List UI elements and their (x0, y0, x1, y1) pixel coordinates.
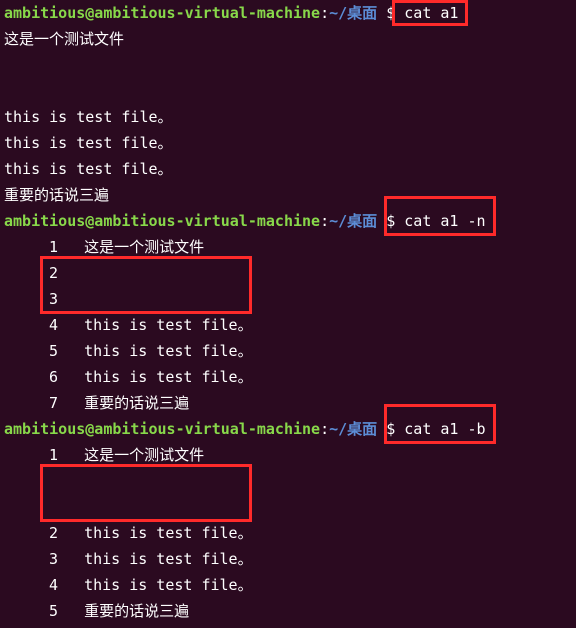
numbered-line (4, 468, 572, 494)
numbered-line: 3 this is test file。 (4, 546, 572, 572)
prompt-path: ~/桌面 (329, 4, 377, 22)
numbered-line: 4 this is test file。 (4, 572, 572, 598)
prompt-line-2: ambitious@ambitious-virtual-machine:~/桌面… (4, 208, 572, 234)
numbered-line: 5 重要的话说三遍 (4, 598, 572, 624)
line-number: 6 (4, 364, 66, 390)
line-number: 3 (4, 546, 66, 572)
numbered-line: 6 this is test file。 (4, 364, 572, 390)
line-text: this is test file。 (84, 342, 253, 360)
prompt-user: ambitious@ambitious-virtual-machine (4, 212, 320, 230)
terminal[interactable]: ambitious@ambitious-virtual-machine:~/桌面… (0, 0, 576, 628)
line-number: 4 (4, 572, 66, 598)
line-text: 重要的话说三遍 (84, 602, 189, 620)
prompt-path: ~/桌面 (329, 212, 377, 230)
prompt-symbol: $ (386, 212, 395, 230)
numbered-line: 3 (4, 286, 572, 312)
numbered-line: 1 这是一个测试文件 (4, 442, 572, 468)
line-number: 5 (4, 338, 66, 364)
output-line (4, 78, 572, 104)
numbered-line (4, 494, 572, 520)
prompt-symbol: $ (386, 4, 395, 22)
numbered-line: 2 this is test file。 (4, 520, 572, 546)
output-line: this is test file。 (4, 130, 572, 156)
line-text: this is test file。 (84, 524, 253, 542)
line-number: 3 (4, 286, 66, 312)
line-number: 1 (4, 442, 66, 468)
command-2: cat a1 -n (404, 212, 485, 230)
line-text: this is test file。 (84, 316, 253, 334)
line-text: this is test file。 (84, 576, 253, 594)
numbered-line: 1 这是一个测试文件 (4, 234, 572, 260)
line-text: 这是一个测试文件 (84, 446, 204, 464)
numbered-line: 5 this is test file。 (4, 338, 572, 364)
line-number: 4 (4, 312, 66, 338)
prompt-symbol: $ (386, 420, 395, 438)
numbered-line: 7 重要的话说三遍 (4, 390, 572, 416)
prompt-line-3: ambitious@ambitious-virtual-machine:~/桌面… (4, 416, 572, 442)
line-number: 2 (4, 520, 66, 546)
output-line: 重要的话说三遍 (4, 182, 572, 208)
line-text: 重要的话说三遍 (84, 394, 189, 412)
prompt-sep: : (320, 212, 329, 230)
line-number: 5 (4, 598, 66, 624)
output-line (4, 52, 572, 78)
line-text: this is test file。 (84, 368, 253, 386)
line-number: 2 (4, 260, 66, 286)
line-number: 1 (4, 234, 66, 260)
output-line: this is test file。 (4, 156, 572, 182)
line-text: 这是一个测试文件 (84, 238, 204, 256)
numbered-line: 2 (4, 260, 572, 286)
prompt-sep: : (320, 420, 329, 438)
prompt-sep: : (320, 4, 329, 22)
prompt-user: ambitious@ambitious-virtual-machine (4, 420, 320, 438)
command-1: cat a1 (404, 4, 458, 22)
line-number: 7 (4, 390, 66, 416)
output-line: this is test file。 (4, 104, 572, 130)
prompt-path: ~/桌面 (329, 420, 377, 438)
numbered-line: 4 this is test file。 (4, 312, 572, 338)
output-line: 这是一个测试文件 (4, 26, 572, 52)
line-text: this is test file。 (84, 550, 253, 568)
command-3: cat a1 -b (404, 420, 485, 438)
prompt-user: ambitious@ambitious-virtual-machine (4, 4, 320, 22)
prompt-line-1: ambitious@ambitious-virtual-machine:~/桌面… (4, 0, 572, 26)
